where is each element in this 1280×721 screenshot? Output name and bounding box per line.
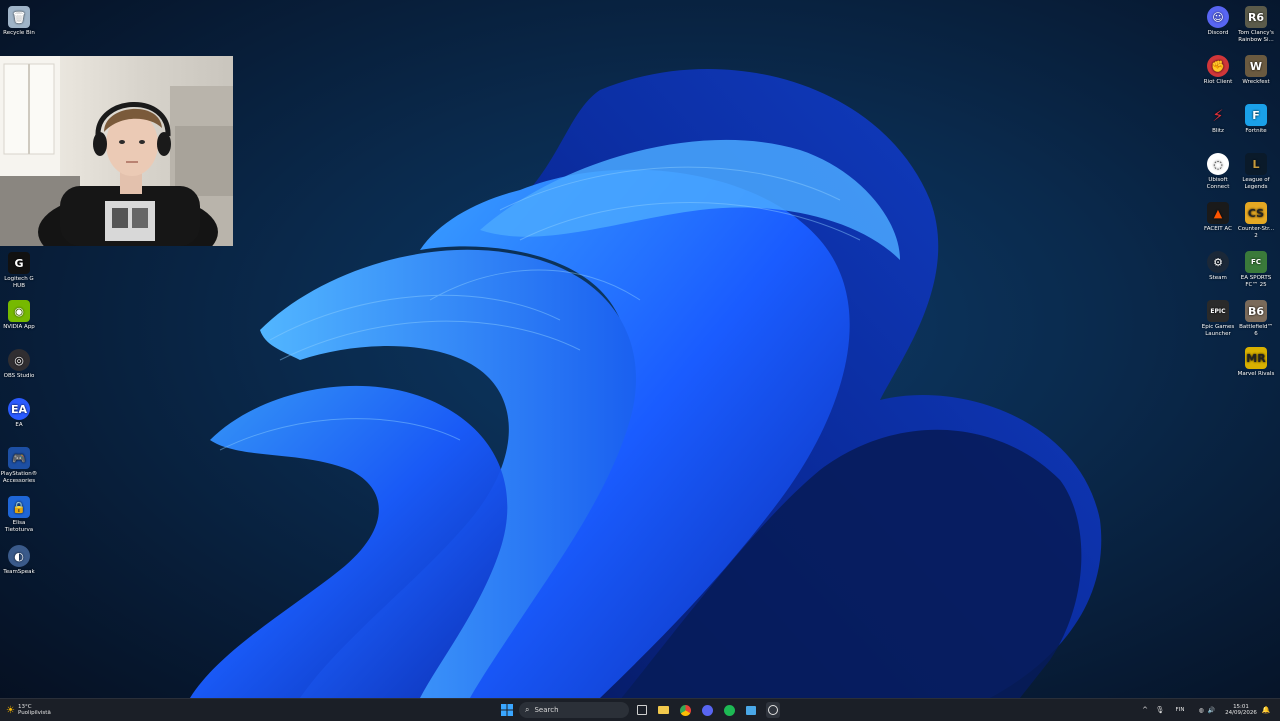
desktop-icon-steam[interactable]: ⚙ Steam [1199,251,1237,282]
teamspeak-icon: ◐ [8,545,30,567]
desktop-icon-obs-studio[interactable]: ◎ OBS Studio [0,349,38,380]
epic-games-icon: EPIC [1207,300,1229,322]
taskbar-spotify[interactable] [722,702,736,718]
task-view-button[interactable] [635,702,649,718]
desktop-icon-wreckfest[interactable]: W Wreckfest [1237,55,1275,86]
desktop-icon-marvel-rivals[interactable]: MR Marvel Rivals [1237,347,1275,378]
taskbar-search[interactable]: ⌕ Search [519,702,629,718]
desktop-icon-ea-sports-fc-25[interactable]: FC EA SPORTS FC™ 25 [1237,251,1275,289]
desktop-icon-playstation-accessories[interactable]: 🎮 PlayStation® Accessories [0,447,38,485]
app-window-icon [746,705,756,715]
blitz-icon: ⚡ [1212,105,1224,125]
task-view-icon [637,705,647,715]
volume-icon: 🔊 [1207,706,1216,714]
language-indicator: FIN [1175,707,1185,713]
taskbar-file-explorer[interactable] [656,702,670,718]
recycle-bin-icon: 🗑 [8,6,30,28]
webcam-overlay [0,56,233,246]
tray-language[interactable]: FIN [1172,702,1188,718]
chevron-up-icon: ^ [1142,706,1148,714]
desktop-icon-rainbow-six[interactable]: R6 Tom Clancy's Rainbow Si... [1237,6,1275,44]
search-icon: ⌕ [525,705,530,714]
desktop-icon-ubisoft-connect[interactable]: ◌ Ubisoft Connect [1199,153,1237,191]
ea-icon: EA [8,398,30,420]
faceit-icon: ▲ [1207,202,1229,224]
shield-lock-icon: 🔒 [8,496,30,518]
start-button[interactable] [499,702,515,718]
tray-overflow-button[interactable]: ^ [1140,702,1150,718]
tray-clock[interactable]: 15:01 24/09/2026 [1224,702,1258,718]
desktop-icon-ea[interactable]: EA EA [0,398,38,429]
weather-widget[interactable]: ☀ 13°C Puolipilvistä [6,702,64,718]
weather-description: Puolipilvistä [17,710,51,716]
desktop-icon-league-of-legends[interactable]: L League of Legends [1237,153,1275,191]
clock-date: 24/09/2026 [1225,710,1257,716]
nvidia-icon: ◉ [8,300,30,322]
discord-icon: ☺ [1207,6,1229,28]
desktop-icon-elisa-tietoturva[interactable]: 🔒 Elisa Tietoturva [0,496,38,534]
search-placeholder: Search [534,706,559,714]
desktop-icon-riot-client[interactable]: ✊ Riot Client [1199,55,1237,86]
taskbar-obs[interactable] [766,702,780,718]
desktop-icon-teamspeak[interactable]: ◐ TeamSpeak [0,545,38,576]
notification-button[interactable]: 🔔 [1261,702,1271,718]
folder-icon [657,706,669,714]
steam-icon: ⚙ [1207,251,1229,273]
logitech-g-icon: G [8,252,30,274]
taskbar-chrome[interactable] [678,702,692,718]
desktop-icon-discord[interactable]: ☺ Discord [1199,6,1237,37]
tray-microphone[interactable]: 🎙 [1155,702,1165,718]
obs-icon [768,705,778,715]
riot-icon: ✊ [1207,55,1229,77]
desktop-icon-counter-strike-2[interactable]: CS Counter-Str... 2 [1237,202,1275,240]
webcam-person-image [0,56,233,246]
spotify-icon [723,704,735,716]
league-icon: L [1245,153,1267,175]
desktop-icon-fortnite[interactable]: F Fortnite [1237,104,1275,135]
taskbar-app-window[interactable] [744,702,758,718]
desktop-icon-epic-games[interactable]: EPIC Epic Games Launcher [1199,300,1237,338]
battlefield-icon: B6 [1245,300,1267,322]
windows-logo-icon [501,704,513,716]
desktop-icon-faceit-ac[interactable]: ▲ FACEIT AC [1199,202,1237,233]
counter-strike-icon: CS [1245,202,1267,224]
chrome-icon [679,704,691,716]
taskbar: ☀ 13°C Puolipilvistä ⌕ Search ^ 🎙 FIN ◍ … [0,698,1280,721]
fortnite-icon: F [1245,104,1267,126]
tray-quick-settings[interactable]: ◍ 🔊 [1192,702,1222,718]
playstation-icon: 🎮 [8,447,30,469]
taskbar-discord[interactable] [700,702,714,718]
marvel-rivals-icon: MR [1245,347,1267,369]
wreckfest-icon: W [1245,55,1267,77]
ubisoft-icon: ◌ [1207,153,1229,175]
desktop-icon-blitz[interactable]: ⚡ Blitz [1199,104,1237,135]
desktop-icon-logitech-g-hub[interactable]: G Logitech G HUB [0,252,38,290]
weather-sun-cloud-icon: ☀ [6,704,15,716]
desktop-icon-nvidia-app[interactable]: ◉ NVIDIA App [0,300,38,331]
bell-icon: 🔔 [1261,706,1271,714]
desktop-icon-battlefield-6[interactable]: B6 Battlefield™ 6 [1237,300,1275,338]
discord-icon [701,704,713,716]
rainbow-six-icon: R6 [1245,6,1267,28]
network-icon: ◍ [1198,706,1204,714]
microphone-icon: 🎙 [1155,706,1165,714]
ea-fc-icon: FC [1245,251,1267,273]
desktop-icon-recycle-bin[interactable]: 🗑 Recycle Bin [0,6,38,37]
obs-icon: ◎ [8,349,30,371]
